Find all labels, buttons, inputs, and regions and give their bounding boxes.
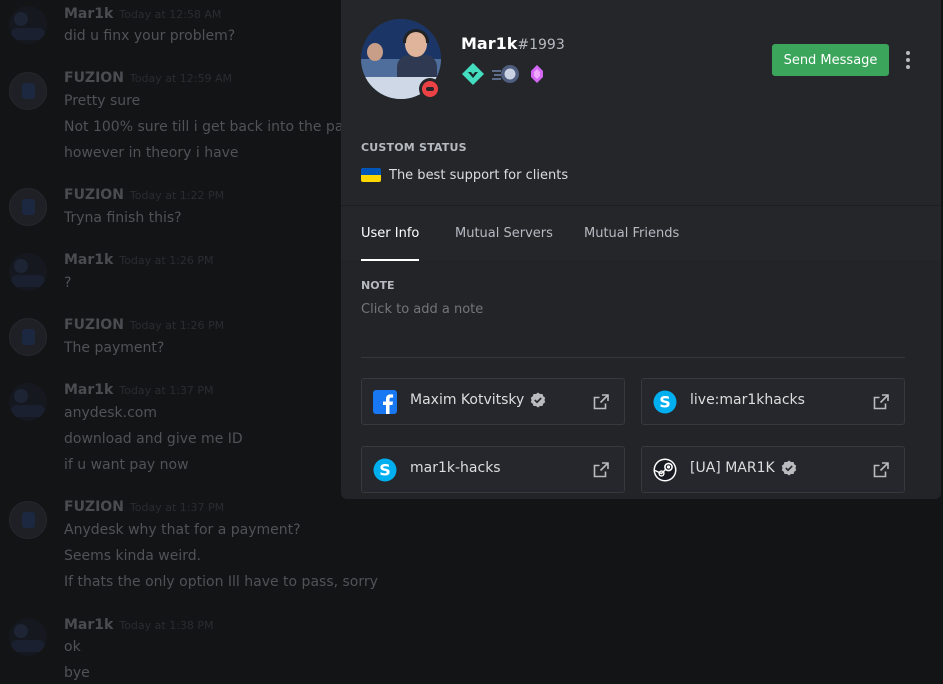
svg-text:S: S [379, 461, 391, 480]
user-profile-popout: Mar1k#1993 Send Message CUSTOM STATUS Th… [341, 0, 941, 499]
custom-status-title: CUSTOM STATUS [361, 141, 467, 154]
connection-skype[interactable]: S live:mar1khacks [641, 378, 905, 425]
message-text: Anydesk why that for a payment? [64, 522, 301, 538]
connection-name: Maxim Kotvitsky [410, 392, 546, 408]
tab-mutual-servers[interactable]: Mutual Servers [455, 206, 553, 261]
tab-mutual-friends[interactable]: Mutual Friends [584, 206, 679, 261]
message-text: Pretty sure [64, 93, 141, 109]
note-title: NOTE [361, 279, 395, 292]
facebook-icon [373, 390, 397, 414]
message-text: The payment? [64, 340, 165, 356]
avatar[interactable] [9, 6, 47, 44]
connection-name: mar1k-hacks [410, 460, 501, 476]
connection-name: [UA] MAR1K [690, 460, 797, 476]
nitro-gem-icon[interactable] [529, 62, 545, 86]
external-link-icon[interactable] [873, 462, 889, 478]
message-timestamp: Today at 1:38 PM [119, 619, 214, 632]
profile-header: Mar1k#1993 Send Message CUSTOM STATUS Th… [341, 0, 941, 205]
message-author[interactable]: Mar1k Today at 1:26 PM [64, 252, 214, 268]
message-text: anydesk.com [64, 405, 157, 421]
message-text: if u want pay now [64, 457, 189, 473]
more-options-icon[interactable] [901, 48, 915, 72]
custom-status-text: The best support for clients [389, 167, 569, 183]
message-text: If thats the only option Ill have to pas… [64, 574, 378, 590]
connection-name: live:mar1khacks [690, 392, 805, 408]
steam-icon [653, 458, 677, 482]
message-text: Tryna finish this? [64, 210, 182, 226]
message-text: however in theory i have [64, 145, 239, 161]
message-text: ? [64, 275, 72, 291]
external-link-icon[interactable] [593, 462, 609, 478]
custom-status: The best support for clients [361, 166, 568, 184]
message-author[interactable]: FUZION Today at 12:59 AM [64, 70, 232, 86]
skype-icon: S [653, 390, 677, 414]
message-author[interactable]: FUZION Today at 1:26 PM [64, 317, 224, 333]
message-author[interactable]: FUZION Today at 1:22 PM [64, 187, 224, 203]
dnd-status-icon [419, 78, 441, 100]
message-text: did u finx your problem? [64, 28, 236, 44]
external-link-icon[interactable] [873, 394, 889, 410]
hypesquad-balance-icon[interactable] [461, 62, 485, 86]
message-timestamp: Today at 1:26 PM [119, 254, 214, 267]
avatar[interactable] [9, 618, 47, 656]
divider [361, 357, 905, 358]
profile-tabs: User Info Mutual Servers Mutual Friends [341, 205, 941, 261]
connection-skype[interactable]: S mar1k-hacks [361, 446, 625, 493]
profile-username: Mar1k#1993 [461, 34, 565, 53]
external-link-icon[interactable] [593, 394, 609, 410]
verified-check-icon [531, 392, 546, 408]
avatar[interactable] [9, 253, 47, 291]
message-text: ok [64, 639, 81, 655]
avatar[interactable] [9, 383, 47, 421]
message-timestamp: Today at 12:58 AM [119, 8, 222, 21]
message-timestamp: Today at 12:59 AM [129, 72, 232, 85]
ukraine-flag-icon [361, 168, 381, 182]
tab-user-info[interactable]: User Info [361, 206, 420, 261]
message-timestamp: Today at 1:26 PM [129, 319, 225, 332]
message-author[interactable]: FUZION Today at 1:37 PM [64, 499, 224, 515]
avatar[interactable] [9, 501, 47, 539]
avatar[interactable] [9, 188, 47, 226]
send-message-button[interactable]: Send Message [772, 44, 889, 76]
connection-steam[interactable]: [UA] MAR1K [641, 446, 905, 493]
message-timestamp: Today at 1:37 PM [129, 501, 225, 514]
message-author[interactable]: Mar1k Today at 12:58 AM [64, 6, 221, 22]
message-text: Not 100% sure till i get back into the p… [64, 119, 389, 135]
verified-check-icon [781, 460, 796, 476]
nitro-boost-icon[interactable] [491, 62, 521, 86]
avatar[interactable] [9, 318, 47, 356]
message-text: Seems kinda weird. [64, 548, 202, 564]
avatar[interactable] [9, 72, 47, 110]
message-text: download and give me ID [64, 431, 243, 447]
message-author[interactable]: Mar1k Today at 1:38 PM [64, 617, 214, 633]
message-timestamp: Today at 1:37 PM [119, 384, 214, 397]
profile-discriminator: #1993 [517, 37, 565, 53]
connection-facebook[interactable]: Maxim Kotvitsky [361, 378, 625, 425]
svg-text:S: S [659, 393, 671, 412]
message-text: bye [64, 665, 90, 681]
message-author[interactable]: Mar1k Today at 1:37 PM [64, 382, 214, 398]
message-timestamp: Today at 1:22 PM [129, 189, 225, 202]
skype-icon: S [373, 458, 397, 482]
note-input[interactable] [361, 302, 761, 317]
